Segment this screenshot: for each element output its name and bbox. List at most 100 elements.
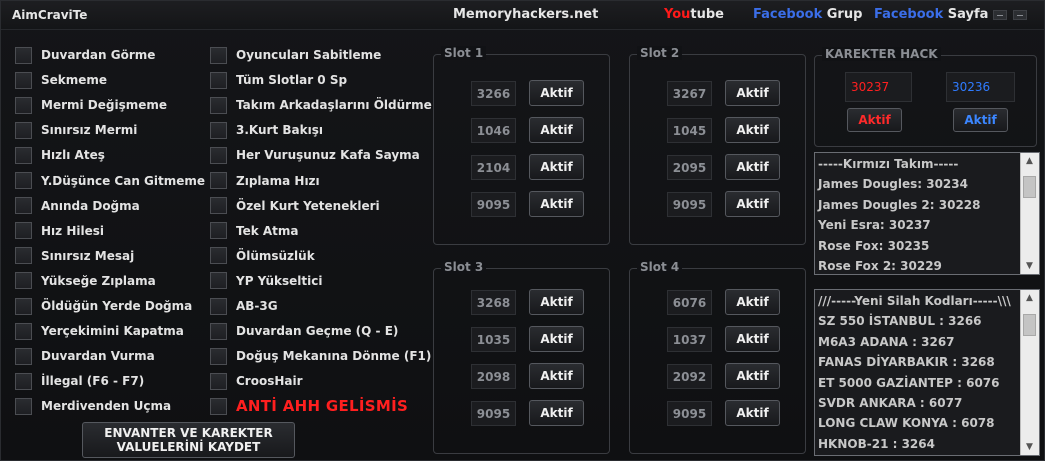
cheat-left-row[interactable]: Merdivenden Uçma <box>15 396 171 416</box>
checkbox[interactable] <box>210 46 227 64</box>
slot-item-code-field[interactable]: 9095 <box>667 401 712 426</box>
checkbox[interactable] <box>15 397 32 415</box>
cheat-left-row[interactable]: Yerçekimini Kapatma <box>15 321 184 341</box>
checkbox[interactable] <box>15 71 32 89</box>
list-item[interactable]: FANAS DİYARBAKIR : 3268 <box>815 352 1039 372</box>
team-scroll-thumb[interactable] <box>1023 176 1036 198</box>
list-item[interactable]: LONG CLAW KONYA : 6078 <box>815 413 1039 433</box>
cheat-right-row[interactable]: ANTİ AHH GELİSMİS <box>210 396 408 416</box>
slot-aktif-button[interactable]: Aktif <box>725 191 780 217</box>
checkbox[interactable] <box>15 222 32 240</box>
checkbox[interactable] <box>210 96 227 114</box>
list-item[interactable]: ///-----Yeni Silah Kodları-----\\\ <box>815 291 1039 311</box>
scroll-up-arrow-icon[interactable]: ▲ <box>1021 153 1038 169</box>
checkbox[interactable] <box>15 146 32 164</box>
blue-team-id-input[interactable]: 30236 <box>946 72 1015 102</box>
list-item[interactable]: James Dougles 2: 30228 <box>815 195 1039 215</box>
slot-aktif-button[interactable]: Aktif <box>725 80 780 106</box>
cheat-right-row[interactable]: Takım Arkadaşlarını Öldürme <box>210 95 432 115</box>
slot-item-code-field[interactable]: 3268 <box>471 290 516 315</box>
slot-item-code-field[interactable]: 2098 <box>471 364 516 389</box>
slot-item-code-field[interactable]: 1046 <box>471 118 516 143</box>
cheat-left-row[interactable]: Hız Hilesi <box>15 221 104 241</box>
checkbox[interactable] <box>210 397 227 415</box>
cheat-right-row[interactable]: Ölümsüzlük <box>210 246 315 266</box>
slot-aktif-button[interactable]: Aktif <box>725 326 780 352</box>
checkbox[interactable] <box>15 197 32 215</box>
slot-item-code-field[interactable]: 1037 <box>667 327 712 352</box>
checkbox[interactable] <box>210 247 227 265</box>
slot-item-code-field[interactable]: 9095 <box>667 192 712 217</box>
list-item[interactable]: James Dougles: 30234 <box>815 174 1039 194</box>
checkbox[interactable] <box>210 347 227 365</box>
cheat-right-row[interactable]: Özel Kurt Yetenekleri <box>210 196 380 216</box>
checkbox[interactable] <box>15 297 32 315</box>
slot-aktif-button[interactable]: Aktif <box>725 363 780 389</box>
slot-item-code-field[interactable]: 9095 <box>471 401 516 426</box>
checkbox[interactable] <box>15 172 32 189</box>
cheat-right-row[interactable]: Oyuncuları Sabitleme <box>210 45 381 65</box>
list-item[interactable]: Rose Fox: 30235 <box>815 236 1039 256</box>
facebook-sayfa-link[interactable]: Facebook Sayfa <box>874 7 988 22</box>
checkbox[interactable] <box>15 372 32 390</box>
checkbox[interactable] <box>210 272 227 290</box>
save-values-button[interactable]: ENVANTER VE KAREKTER VALUELERİNİ KAYDET <box>82 422 295 458</box>
slot-aktif-button[interactable]: Aktif <box>529 191 584 217</box>
slot-item-code-field[interactable]: 6076 <box>667 290 712 315</box>
cheat-left-row[interactable]: Mermi Değişmeme <box>15 95 167 115</box>
slot-item-code-field[interactable]: 3266 <box>471 81 516 106</box>
list-item[interactable]: M6A3 ADANA : 3267 <box>815 332 1039 352</box>
list-item[interactable]: SZ 550 İSTANBUL : 3266 <box>815 311 1039 331</box>
slot-aktif-button[interactable]: Aktif <box>529 363 584 389</box>
cheat-right-row[interactable]: 3.Kurt Bakışı <box>210 120 323 140</box>
scroll-down-arrow-icon[interactable]: ▼ <box>1021 439 1038 455</box>
checkbox[interactable] <box>210 197 227 215</box>
slot-aktif-button[interactable]: Aktif <box>725 289 780 315</box>
list-item[interactable]: Yeni Esra: 30237 <box>815 215 1039 235</box>
scroll-up-arrow-icon[interactable]: ▲ <box>1021 290 1038 306</box>
cheat-right-row[interactable]: YP Yükseltici <box>210 271 322 291</box>
slot-aktif-button[interactable]: Aktif <box>725 117 780 143</box>
checkbox[interactable] <box>15 96 32 114</box>
list-item[interactable]: ET 5000 GAZİANTEP : 6076 <box>815 373 1039 393</box>
checkbox[interactable] <box>210 146 227 164</box>
slot-item-code-field[interactable]: 1045 <box>667 118 712 143</box>
cheat-left-row[interactable]: Y.Düşünce Can Gitmeme <box>15 171 205 191</box>
cheat-right-row[interactable]: AB-3G <box>210 296 278 316</box>
cheat-left-row[interactable]: Anında Doğma <box>15 196 140 216</box>
checkbox[interactable] <box>210 322 227 340</box>
weapon-code-listbox[interactable]: ///-----Yeni Silah Kodları-----\\\ SZ 550… <box>814 289 1040 456</box>
checkbox[interactable] <box>15 272 32 290</box>
blue-team-aktif-button[interactable]: Aktif <box>953 108 1008 132</box>
close-icon[interactable] <box>1013 10 1027 20</box>
cheat-right-row[interactable]: Tüm Slotlar 0 Sp <box>210 70 347 90</box>
slot-item-code-field[interactable]: 2092 <box>667 364 712 389</box>
cheat-left-row[interactable]: Duvardan Görme <box>15 45 155 65</box>
checkbox[interactable] <box>210 71 227 89</box>
slot-item-code-field[interactable]: 9095 <box>471 192 516 217</box>
cheat-right-row[interactable]: Doğuş Mekanına Dönme (F1) <box>210 346 431 366</box>
checkbox[interactable] <box>210 297 227 315</box>
checkbox[interactable] <box>210 222 227 240</box>
cheat-left-row[interactable]: Sınırsız Mermi <box>15 120 137 140</box>
checkbox[interactable] <box>210 121 227 139</box>
checkbox[interactable] <box>15 322 32 340</box>
cheat-left-row[interactable]: Öldüğün Yerde Doğma <box>15 296 192 316</box>
slot-aktif-button[interactable]: Aktif <box>529 400 584 426</box>
slot-item-code-field[interactable]: 2095 <box>667 155 712 180</box>
scroll-down-arrow-icon[interactable]: ▼ <box>1021 258 1038 274</box>
red-team-aktif-button[interactable]: Aktif <box>847 108 902 132</box>
cheat-left-row[interactable]: İllegal (F6 - F7) <box>15 371 144 391</box>
team-listbox[interactable]: -----Kırmızı Takım----- James Dougles: 30… <box>814 152 1040 275</box>
youtube-link[interactable]: Youtube <box>664 7 724 22</box>
weapon-list-scrollbar[interactable]: ▲ ▼ <box>1020 290 1039 455</box>
cheat-left-row[interactable]: Yükseğe Zıplama <box>15 271 156 291</box>
cheat-right-row[interactable]: Zıplama Hızı <box>210 171 320 191</box>
cheat-left-row[interactable]: Hızlı Ateş <box>15 145 105 165</box>
cheat-left-row[interactable]: Duvardan Vurma <box>15 346 155 366</box>
slot-aktif-button[interactable]: Aktif <box>529 326 584 352</box>
list-item[interactable]: -----Kırmızı Takım----- <box>815 154 1039 174</box>
slot-aktif-button[interactable]: Aktif <box>725 400 780 426</box>
slot-aktif-button[interactable]: Aktif <box>529 117 584 143</box>
list-item[interactable]: HKNOB-21 : 3264 <box>815 434 1039 454</box>
